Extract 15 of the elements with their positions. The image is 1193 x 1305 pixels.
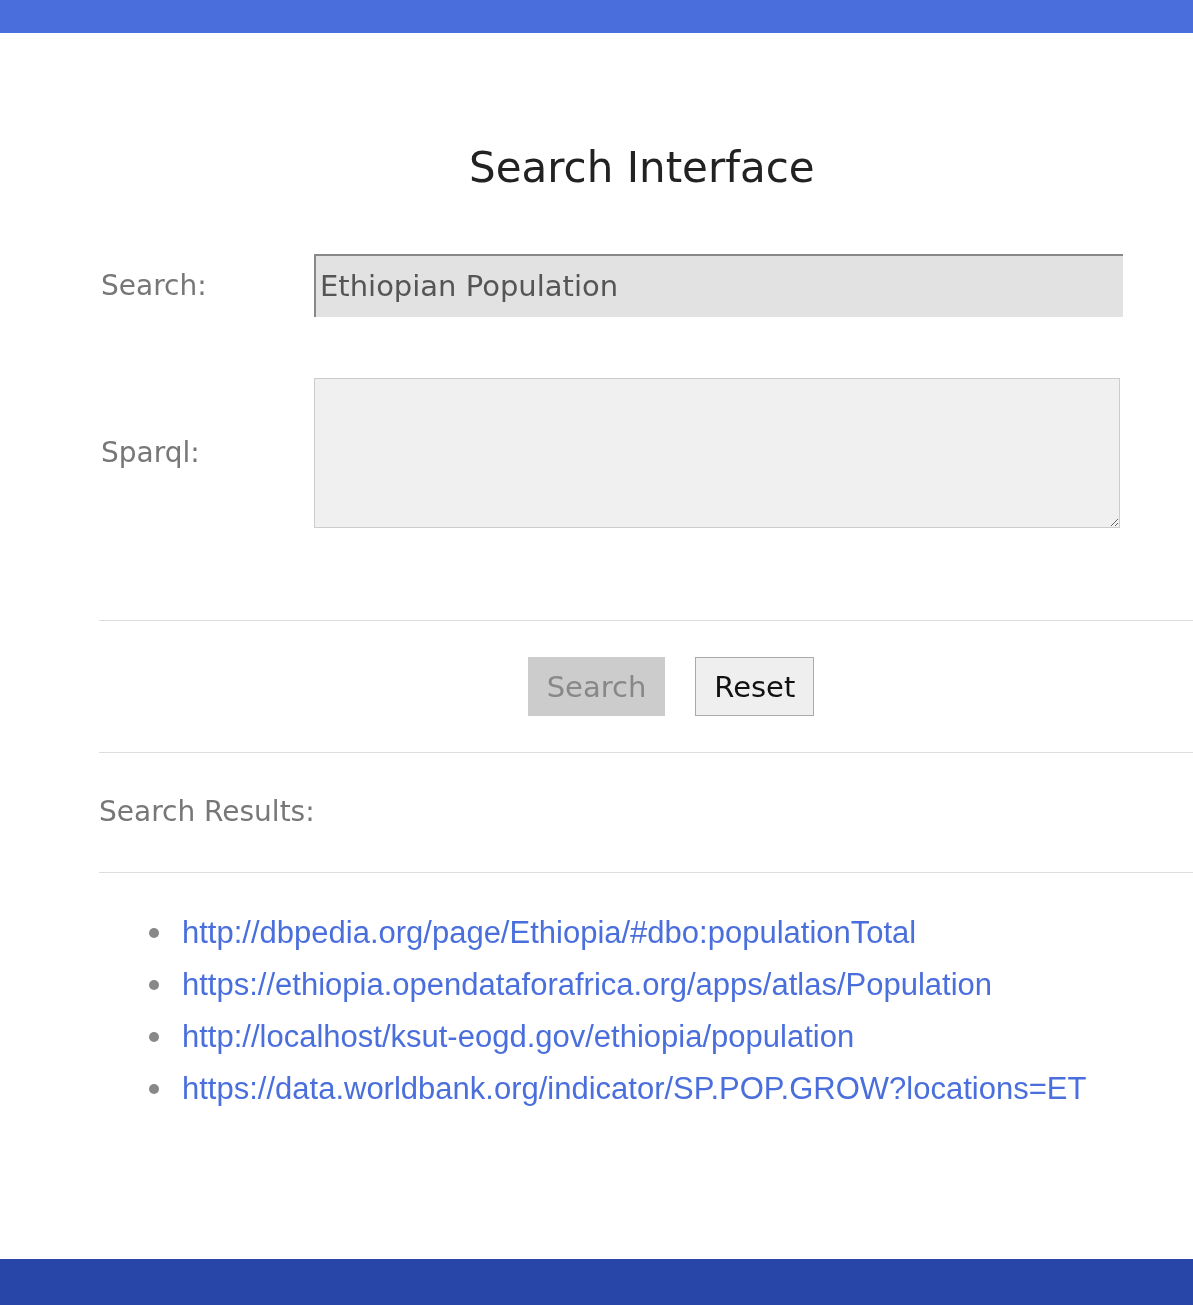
bullet-icon [149, 980, 159, 990]
result-link[interactable]: http://localhost/ksut-eogd.gov/ethiopia/population [182, 1019, 855, 1055]
sparql-label: Sparql: [100, 436, 201, 469]
bullet-icon [149, 1084, 159, 1094]
bullet-icon [149, 1032, 159, 1042]
sparql-field[interactable] [314, 377, 1120, 528]
result-link[interactable]: http://dbpedia.org/page/Ethiopia/#dbo:populationTotal [182, 915, 917, 951]
result-link[interactable]: https://ethiopia.opendataforafrica.org/apps/atlas/Population [182, 967, 992, 1003]
bullet-icon [149, 928, 159, 938]
results-heading: Search Results: [99, 794, 316, 830]
search-label: Search: [100, 268, 208, 302]
page-title: Search Interface [468, 142, 816, 194]
result-link[interactable]: https://data.worldbank.org/indicator/SP.POP.GROW?locations=ET [182, 1071, 1087, 1107]
search-field[interactable]: Ethiopian Population [314, 253, 1123, 317]
reset-button[interactable]: Reset [695, 657, 815, 716]
